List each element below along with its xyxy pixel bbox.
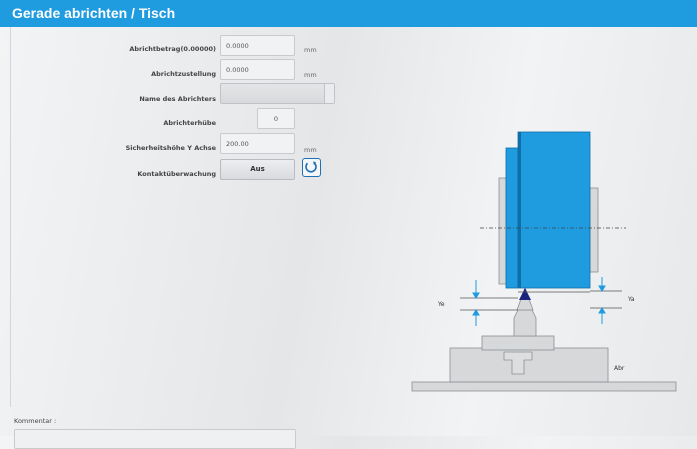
dressing-infeed-field[interactable]: 0.0000 — [220, 59, 295, 80]
safety-height-unit: mm — [304, 146, 317, 154]
dresser-name-label: Name des Abrichters — [139, 95, 216, 103]
base-plate — [411, 381, 677, 392]
dresser-holder — [481, 335, 555, 351]
dressing-stroke-label: Abrichterhübe — [163, 119, 216, 127]
arrow-right-up — [598, 307, 606, 324]
safety-height-field[interactable]: 200.00 — [220, 133, 295, 154]
contact-monitoring-toggle[interactable]: Aus — [220, 159, 295, 180]
wheel-edge — [518, 132, 521, 288]
dressing-amount-field[interactable]: 0.0000 — [220, 35, 295, 56]
diagram-label-abr: Abr — [614, 365, 625, 372]
dressing-amount-unit: mm — [304, 46, 317, 54]
grinding-wheel — [517, 131, 591, 289]
window-title: Gerade abrichten / Tisch — [0, 0, 697, 27]
comment-field[interactable] — [14, 429, 296, 449]
safety-height-label: Sicherheitshöhe Y Achse — [125, 144, 216, 152]
dressing-stroke-field[interactable]: 0 — [257, 108, 295, 129]
dresser-post — [513, 309, 537, 337]
refresh-button[interactable] — [302, 158, 321, 177]
dresser-name-field[interactable] — [220, 83, 335, 104]
wheel-flange-right — [589, 187, 599, 273]
dressing-infeed-label: Abrichtzustellung — [151, 70, 216, 78]
dresser-name-dropdown-handle[interactable] — [324, 84, 334, 103]
diagram-label-ya: Ya — [627, 296, 635, 303]
diagram-label-ye: Ye — [437, 301, 445, 308]
dressing-amount-label: Abrichtbetrag(0.00000) — [129, 45, 216, 53]
wheel-flange-left — [498, 177, 507, 285]
diamond-tip — [519, 288, 531, 300]
comment-label: Kommentar : — [14, 417, 57, 425]
arrow-left-down — [472, 280, 480, 299]
dressing-diagram: Ye Ya Abr — [411, 131, 677, 392]
wheel-hub — [505, 147, 519, 289]
dressing-infeed-unit: mm — [304, 71, 317, 79]
arrow-right-down — [598, 277, 606, 292]
refresh-icon — [305, 161, 317, 173]
arrow-left-up — [472, 309, 480, 326]
contact-monitoring-label: Kontaktüberwachung — [137, 170, 216, 178]
panel-divider — [10, 27, 11, 407]
